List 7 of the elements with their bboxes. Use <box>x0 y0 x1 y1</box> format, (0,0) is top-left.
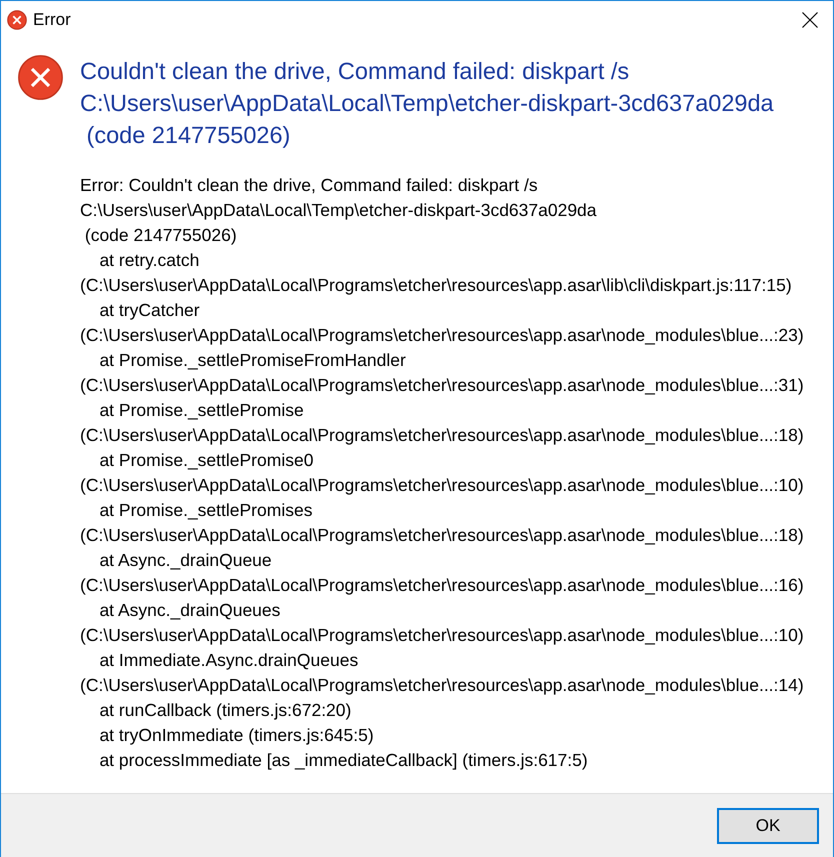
error-details-text: Error: Couldn't clean the drive, Command failed: diskpart /s C:\Users\user\AppData\Local\Temp\etcher-diskpart-3cd637a029da (code 2147755026) at retry.catch (C:\Users\user\AppData\Local\Programs\etcher\resources\app.asar\lib\cli\diskpart.js:117:15) at tryCatcher (C:\Users\user\AppData\Local\Programs\etcher\resources\app.asar\node_modules\blue...:23) at Promise._settlePromiseFromHandler (C:\Users\user\AppData\Local\Programs\etcher\resources\app.asar\node_modules\blue...:31) at Promise._settlePromise (C:\Users\user\AppData\Local\Programs\etcher\resources\app.asar\node_modules\blue...:18) at Promise._settlePromise0 (C:\Users\user\AppData\Local\Programs\etcher\resources\app.asar\node_modules\blue...:10) at Promise._settlePromises (C:\Users\user\AppData\Local\Programs\etcher\resources\app.asar\node_modules\blue...:18) at Async._drainQueue (C:\Users\user\AppData\Local\Programs\etcher\resources\app.asar\node_modules\blue...:16) at Async._drainQueues (C:\Users\user\AppData\Local\Programs\etcher\resources\app.asar\node_modules\blue...:10) at Immediate.Async.drainQueues (C:\Users\user\AppData\Local\Programs\etcher\resources\app.asar\node_modules\blue...:14) at runCallback (timers.js:672:20) at tryOnImmediate (timers.js:645:5) at processImmediate [as _immediateCallback] (timers.js:617:5) <box>80 174 805 772</box>
error-heading: Couldn't clean the drive, Command failed: diskpart /s C:\Users\user\AppData\Local\Temp\etcher-diskpart-3cd637a029da (code 2147755026) <box>80 57 774 150</box>
error-icon <box>18 55 63 100</box>
error-icon <box>7 10 27 30</box>
close-icon <box>802 12 818 28</box>
ok-button[interactable]: OK <box>717 808 819 844</box>
window-title: Error <box>33 10 72 30</box>
